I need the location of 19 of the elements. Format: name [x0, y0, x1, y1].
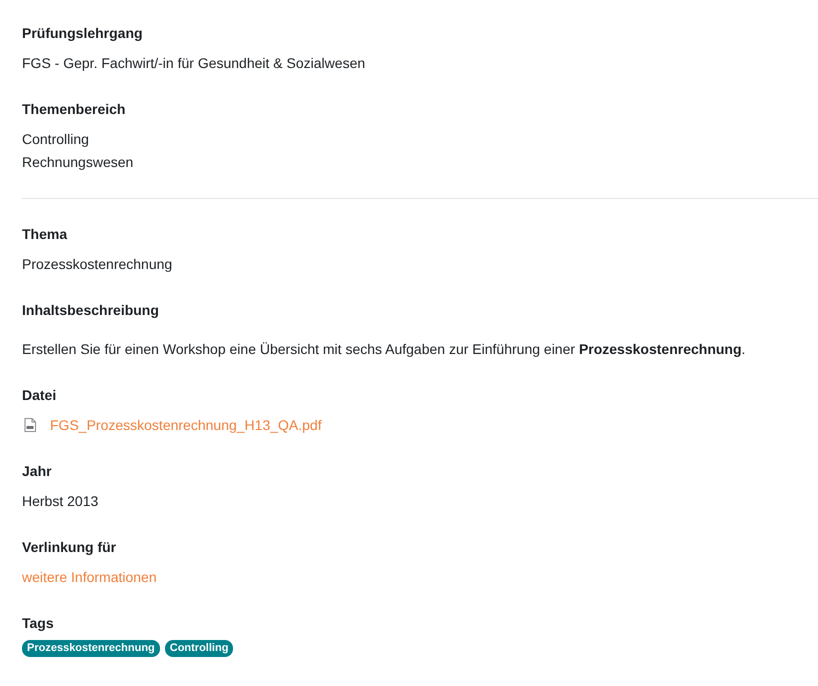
field-value: Herbst 2013 — [22, 492, 98, 510]
section-heading: Datei — [22, 386, 56, 405]
info-link[interactable]: weitere Informationen — [22, 568, 157, 584]
file-link[interactable]: FGS_Prozesskostenrechnung_H13_QA.pdf — [50, 414, 322, 436]
section-heading: Prüfungslehrgang — [22, 24, 143, 43]
section-heading: Inhaltsbeschreibung — [22, 301, 159, 320]
section-heading: Tags — [22, 614, 54, 633]
tag-link[interactable]: Prozesskostenrechnung — [22, 640, 160, 656]
field-value: Rechnungswesen — [22, 152, 134, 172]
field-value: FGS - Gepr. Fachwirt/-in für Gesundheit & Sozialwesen — [22, 54, 366, 73]
field-value: Controlling — [22, 130, 89, 149]
section-heading: Verlinkung für — [22, 538, 116, 557]
section-heading: Themenbereich — [22, 100, 126, 119]
section-heading: Jahr — [22, 462, 52, 481]
field-value: Prozesskostenrechnung — [22, 254, 172, 274]
document-icon — [24, 418, 36, 432]
section-heading: Thema — [22, 225, 68, 244]
tag-link[interactable]: Controlling — [164, 640, 234, 656]
description-text: Erstellen Sie für einen Workshop eine Übersicht mit sechs Aufgaben zur Einführung einer Prozesskostenrechnung. — [22, 340, 746, 359]
